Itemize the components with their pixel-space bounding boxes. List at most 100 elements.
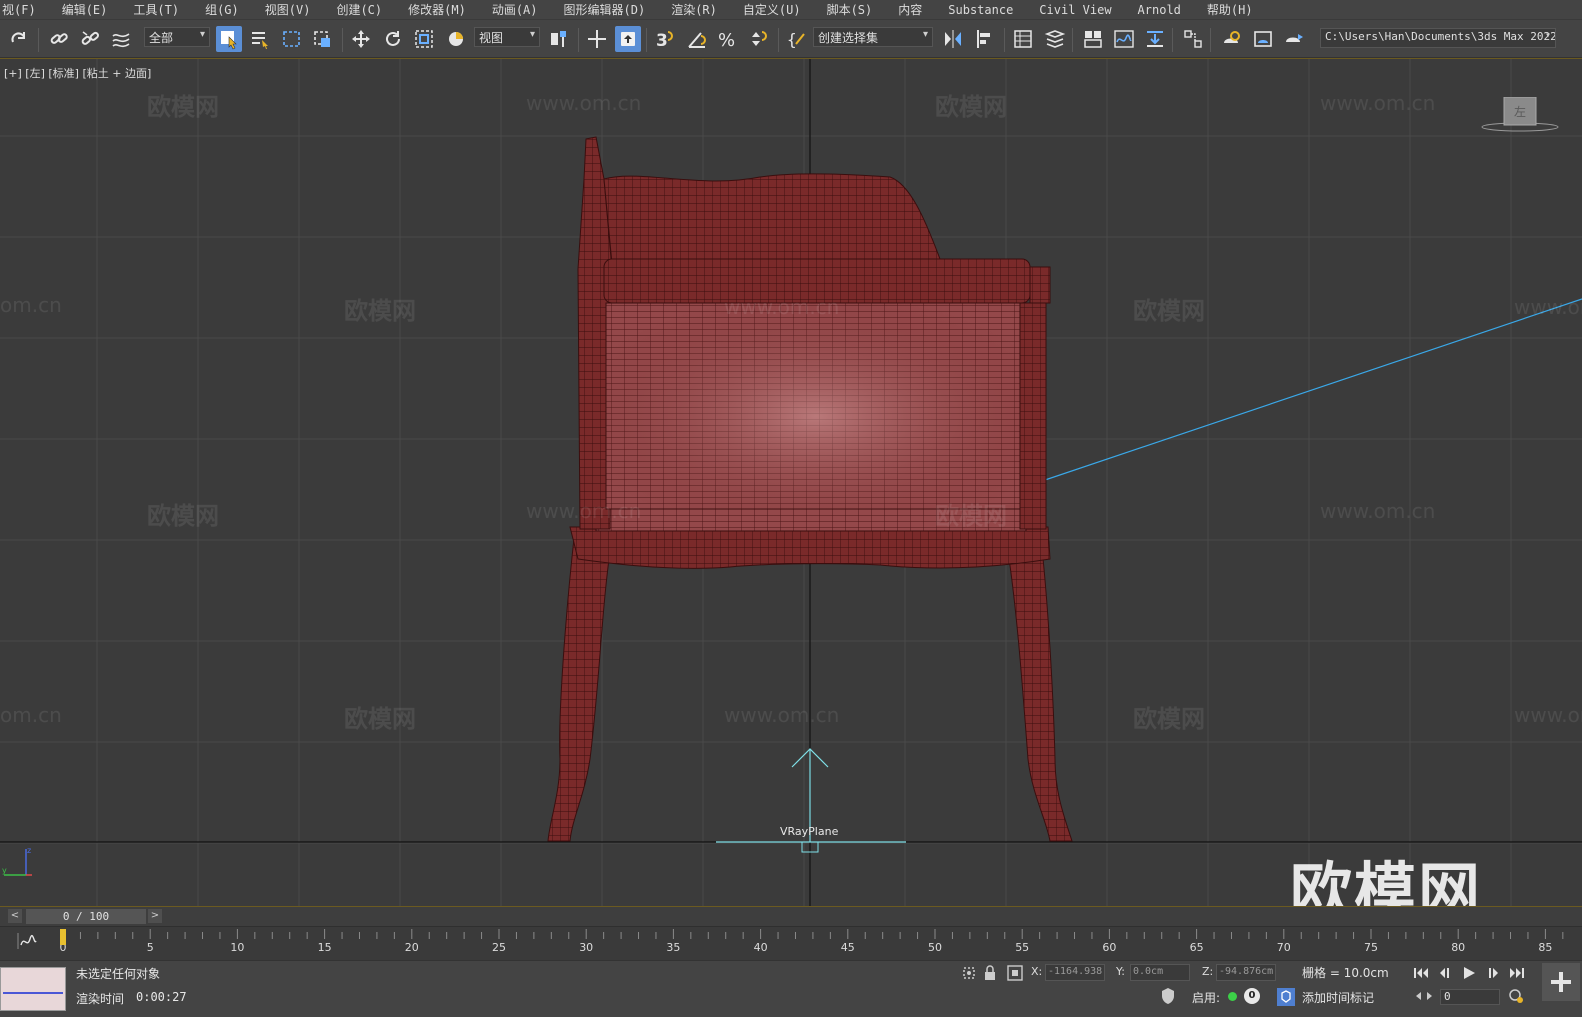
absolute-mode-icon[interactable] [1006, 964, 1024, 982]
menu-item[interactable]: 修改器(M) [396, 1, 480, 18]
timeline-tick-label: 80 [1451, 941, 1465, 954]
schematic-view-icon[interactable] [1142, 26, 1168, 52]
timeline-tick-label: 85 [1538, 941, 1552, 954]
left-viewport[interactable]: 欧模网 www.om.cn 欧模网 www.om.cn om.cn 欧模网 ww… [0, 58, 1582, 906]
material-editor-icon[interactable] [1180, 26, 1206, 52]
time-slider-thumb[interactable]: 0 / 100 [26, 909, 146, 924]
selection-filter-dropdown[interactable]: 全部 [144, 27, 210, 47]
spinner-snap-icon[interactable] [746, 26, 772, 52]
place-icon[interactable] [443, 26, 469, 52]
selection-lock-icon[interactable] [982, 964, 998, 982]
ref-coord-dropdown[interactable]: 视图 [474, 27, 540, 47]
rendered-frame-window-icon[interactable] [1250, 26, 1276, 52]
select-by-name-icon[interactable] [247, 26, 273, 52]
timeline-tick-label: 35 [666, 941, 680, 954]
menu-item[interactable]: 工具(T) [121, 1, 193, 18]
plus-icon [1551, 972, 1571, 992]
enable-status-dot[interactable] [1228, 992, 1237, 1001]
time-config-arrows-icon[interactable] [1414, 989, 1434, 1003]
render-production-icon[interactable] [1281, 26, 1307, 52]
watermark: 欧模网 [147, 502, 219, 530]
timeline-tick-label: 50 [928, 941, 942, 954]
pivot-center-icon[interactable] [546, 26, 572, 52]
x-coordinate-field[interactable]: -1164.938 [1045, 964, 1105, 981]
svg-text:{: { [787, 30, 797, 49]
y-coordinate-field[interactable]: 0.0cm [1130, 964, 1190, 981]
menu-item[interactable]: 编辑(E) [50, 1, 122, 18]
watermark: www.om.cn [1320, 91, 1436, 115]
toggle-scene-explorer-icon[interactable] [1042, 26, 1068, 52]
z-coordinate-field[interactable]: -94.876cm [1216, 964, 1276, 981]
rotate-icon[interactable] [380, 26, 406, 52]
percent-snap-icon[interactable]: % [715, 26, 741, 52]
timeline-tick-label: 15 [318, 941, 332, 954]
sofa-back-pillow [603, 173, 941, 265]
create-panel-button[interactable] [1542, 963, 1580, 1001]
menu-item[interactable]: 组(G) [193, 1, 253, 18]
viewcube[interactable]: 左 [1480, 97, 1560, 133]
time-configuration-icon[interactable] [1508, 988, 1524, 1004]
toggle-ribbon-icon[interactable] [1080, 26, 1106, 52]
previous-frame-icon[interactable] [1434, 964, 1456, 982]
time-slider[interactable]: < 0 / 100 > [0, 906, 1582, 926]
goto-start-icon[interactable] [1410, 964, 1432, 982]
adaptive-degradation-icon[interactable] [1160, 987, 1176, 1005]
play-icon[interactable] [1458, 964, 1480, 982]
menu-item[interactable]: 图形编辑器(D) [552, 1, 660, 18]
watermark: www.om.cn [724, 703, 840, 727]
edit-named-sets-icon[interactable]: { [784, 26, 810, 52]
timeline-tick-label: 70 [1277, 941, 1291, 954]
rect-selection-icon[interactable] [279, 26, 305, 52]
viewcube-face-label: 左 [1514, 104, 1526, 119]
layer-explorer-icon[interactable] [1010, 26, 1036, 52]
sofa-front-post [1019, 302, 1047, 530]
maxscript-listener[interactable] [0, 967, 66, 1011]
time-slider-next-button[interactable]: > [148, 909, 162, 923]
menu-item[interactable]: 帮助(H) [1195, 1, 1267, 18]
snaps-toggle-icon[interactable]: 3 [652, 26, 678, 52]
redo-icon[interactable] [6, 26, 32, 52]
render-setup-icon[interactable] [1218, 26, 1244, 52]
watermark: www.om.cn [1514, 295, 1582, 319]
goto-end-icon[interactable] [1506, 964, 1528, 982]
select-object-icon[interactable] [216, 26, 242, 52]
project-path-dropdown[interactable]: C:\Users\Han\Documents\3ds Max 2022 [1320, 28, 1556, 48]
mirror-icon[interactable] [940, 26, 966, 52]
named-selection-dropdown[interactable]: 创建选择集 [813, 27, 933, 47]
viewport-label[interactable]: [+] [左] [标准] [粘土 + 边面] [4, 65, 151, 81]
move-icon[interactable] [348, 26, 374, 52]
menu-item[interactable]: 内容 [886, 1, 936, 18]
sofa-side-highlight [606, 303, 1026, 509]
add-time-tag-icon[interactable] [1276, 987, 1296, 1007]
sofa-arm-end [1029, 266, 1051, 304]
bind-spacewarp-icon[interactable] [108, 26, 134, 52]
menu-item[interactable]: 视(F) [0, 1, 50, 18]
time-slider-prev-button[interactable]: < [8, 909, 22, 923]
window-crossing-icon[interactable] [310, 26, 336, 52]
align-icon[interactable] [972, 26, 998, 52]
unlink-icon[interactable] [77, 26, 103, 52]
current-frame-field[interactable]: 0 [1440, 989, 1500, 1005]
menu-item[interactable]: 脚本(S) [815, 1, 887, 18]
scale-icon[interactable] [411, 26, 437, 52]
link-icon[interactable] [46, 26, 72, 52]
menu-item[interactable]: 动画(A) [480, 1, 552, 18]
menu-item[interactable]: Substance [936, 3, 1027, 17]
current-frame-marker[interactable] [60, 929, 66, 945]
menu-item[interactable]: 渲染(R) [659, 1, 731, 18]
menu-item[interactable]: 创建(C) [324, 1, 396, 18]
menu-item[interactable]: Civil View [1027, 3, 1125, 17]
select-manipulate-icon[interactable] [584, 26, 610, 52]
timeline-tick-label: 5 [147, 941, 154, 954]
menu-item[interactable]: 视图(V) [253, 1, 325, 18]
axis-tripod-icon: z y [2, 846, 32, 876]
add-time-tag-label[interactable]: 添加时间标记 [1302, 989, 1374, 1006]
curve-editor-icon[interactable] [1111, 26, 1137, 52]
menu-item[interactable]: Arnold [1126, 3, 1195, 17]
angle-snap-icon[interactable] [684, 26, 710, 52]
keyboard-shortcut-icon[interactable] [615, 26, 641, 52]
menu-item[interactable]: 自定义(U) [731, 1, 815, 18]
track-bar[interactable]: 0 5 10 15 20 25 30 35 40 45 50 55 60 65 70 75 80 85 [0, 926, 1582, 960]
isolate-selection-icon[interactable] [960, 964, 978, 982]
next-frame-icon[interactable] [1482, 964, 1504, 982]
